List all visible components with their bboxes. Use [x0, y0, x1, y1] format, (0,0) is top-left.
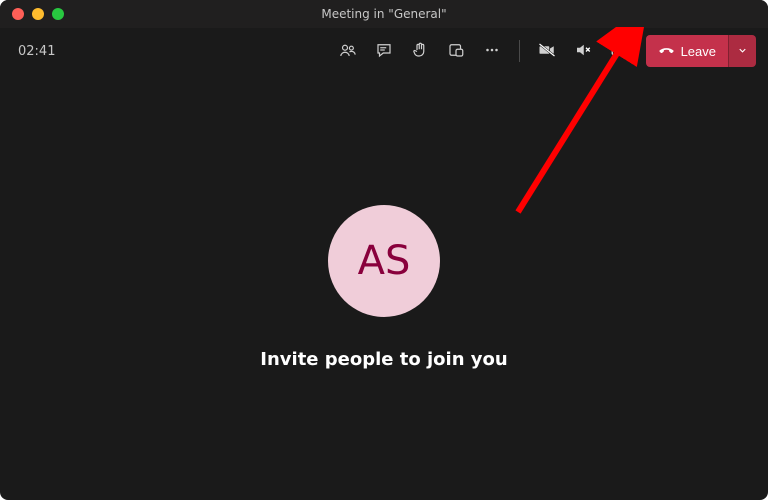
hangup-icon	[658, 41, 675, 61]
meeting-stage: AS Invite people to join you	[0, 74, 768, 500]
participant-avatar: AS	[328, 205, 440, 317]
window-title: Meeting in "General"	[0, 7, 768, 21]
leave-split-button: Leave	[646, 35, 756, 67]
mic-toggle-button[interactable]	[568, 36, 598, 66]
avatar-initials: AS	[358, 238, 411, 284]
more-actions-button[interactable]	[477, 36, 507, 66]
more-icon	[483, 41, 501, 62]
share-screen-icon	[610, 41, 628, 62]
camera-toggle-button[interactable]	[532, 36, 562, 66]
share-screen-button[interactable]	[604, 36, 634, 66]
window-close-button[interactable]	[12, 8, 24, 20]
chat-icon	[375, 41, 393, 62]
leave-options-button[interactable]	[728, 35, 756, 67]
window-maximize-button[interactable]	[52, 8, 64, 20]
meeting-timer: 02:41	[18, 44, 55, 59]
chevron-down-icon	[737, 44, 748, 59]
participants-button[interactable]	[333, 36, 363, 66]
meeting-toolbar: 02:41	[0, 28, 768, 74]
rooms-button[interactable]	[441, 36, 471, 66]
titlebar: Meeting in "General"	[0, 0, 768, 28]
speaker-muted-icon	[574, 41, 592, 62]
window-minimize-button[interactable]	[32, 8, 44, 20]
people-icon	[339, 41, 357, 62]
camera-off-icon	[538, 41, 556, 62]
leave-button[interactable]: Leave	[646, 35, 728, 67]
raise-hand-button[interactable]	[405, 36, 435, 66]
toolbar-separator	[519, 40, 520, 62]
window-controls	[12, 8, 64, 20]
leave-label: Leave	[681, 44, 716, 59]
app-window: Meeting in "General" 02:41	[0, 0, 768, 500]
chat-button[interactable]	[369, 36, 399, 66]
invite-prompt: Invite people to join you	[260, 349, 507, 370]
rooms-icon	[447, 41, 465, 62]
hand-icon	[411, 41, 429, 62]
